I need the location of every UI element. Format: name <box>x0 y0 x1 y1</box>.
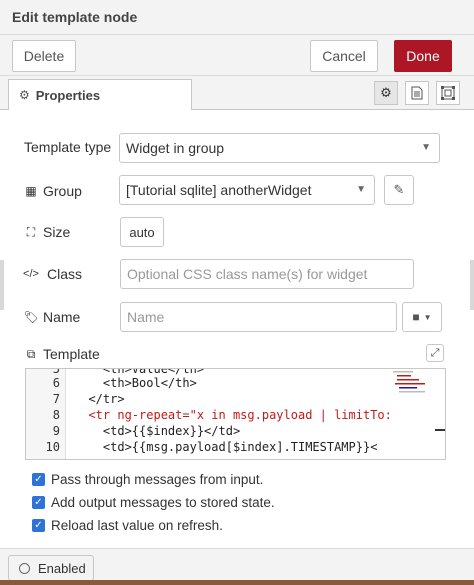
cancel-button[interactable]: Cancel <box>310 40 378 72</box>
editor-line: 8 <tr ng-repeat="x in msg.payload | limi… <box>26 408 392 424</box>
editor-line: 9 <td>{{$index}}</td> <box>26 424 240 440</box>
book-icon: ■ <box>412 310 420 324</box>
checkbox-checked-icon[interactable]: ✓ <box>32 519 45 532</box>
object-group-icon <box>441 86 455 100</box>
gear-icon: ⚙ <box>19 88 30 102</box>
name-label-text: Name <box>43 309 81 325</box>
tray-header: Edit template node <box>0 0 474 35</box>
size-label: ⛶ Size <box>24 224 70 240</box>
left-resize-handle[interactable] <box>0 260 4 310</box>
store-state-option[interactable]: ✓ Add output messages to stored state. <box>32 495 275 510</box>
checkbox-checked-icon[interactable]: ✓ <box>32 473 45 486</box>
size-button[interactable]: auto <box>120 217 164 247</box>
enabled-label: Enabled <box>38 560 86 576</box>
name-label: 🏷 Name <box>23 309 81 325</box>
template-label-text: Template <box>43 346 100 362</box>
workspace-edge <box>0 580 474 585</box>
pass-through-label: Pass through messages from input. <box>51 472 264 487</box>
group-label: ▦ Group <box>24 183 82 199</box>
reload-last-label: Reload last value on refresh. <box>51 518 223 533</box>
chevron-down-icon: ▼ <box>356 184 366 195</box>
expand-icon: ⤢ <box>430 346 440 359</box>
line-code: <td>{{msg.payload[$index].TIMESTAMP}}< <box>74 440 378 454</box>
pass-through-option[interactable]: ✓ Pass through messages from input. <box>32 472 263 487</box>
pencil-icon: ✎ <box>393 182 405 197</box>
editor-line: 7 </tr> <box>26 392 125 408</box>
delete-button[interactable]: Delete <box>12 40 76 72</box>
radio-icon <box>19 562 30 574</box>
properties-panel: Template type Widget in group ▼ ▦ Group … <box>0 110 474 548</box>
line-number: 10 <box>45 440 60 454</box>
expand-editor-button[interactable]: ⤢ <box>426 344 444 362</box>
reload-last-option[interactable]: ✓ Reload last value on refresh. <box>32 518 223 533</box>
tab-bar: ⚙ Properties ⚙ <box>0 76 474 111</box>
line-number: 7 <box>52 392 60 406</box>
description-tab-button[interactable] <box>405 81 429 105</box>
code-icon: </> <box>23 268 39 280</box>
tray-toolbar: Delete Cancel Done <box>0 35 474 76</box>
line-number: 9 <box>52 424 60 438</box>
appearance-tab-button[interactable] <box>436 81 460 105</box>
template-label: ⧉ Template <box>24 346 100 362</box>
gear-icon: ⚙ <box>380 85 392 100</box>
tag-icon: 🏷 <box>23 310 39 324</box>
settings-tab-button[interactable]: ⚙ <box>374 81 398 105</box>
copy-icon: ⧉ <box>26 346 36 361</box>
resize-icon: ⛶ <box>26 224 36 239</box>
caret-down-icon: ▼ <box>423 312 432 322</box>
line-code: </tr> <box>74 392 125 406</box>
class-label-text: Class <box>47 266 83 282</box>
class-input[interactable] <box>120 259 414 289</box>
editor-minimap[interactable] <box>393 369 433 399</box>
line-code: <th>Bool</th> <box>74 376 197 390</box>
template-type-label-text: Template type <box>24 139 112 155</box>
line-number: 6 <box>52 376 60 390</box>
enabled-toggle[interactable]: Enabled <box>8 555 94 581</box>
template-type-select[interactable]: Widget in group ▼ <box>119 133 440 163</box>
group-select[interactable]: [Tutorial sqlite] anotherWidget ▼ <box>119 175 375 205</box>
store-state-label: Add output messages to stored state. <box>51 495 275 510</box>
name-library-button[interactable]: ■ ▼ <box>402 302 442 332</box>
chevron-down-icon: ▼ <box>421 142 431 153</box>
editor-line: 6 <th>Bool</th> <box>26 376 197 392</box>
template-type-label: Template type <box>24 139 111 155</box>
line-code: <td>{{$index}}</td> <box>74 424 241 438</box>
editor-line: 10 <td>{{msg.payload[$index].TIMESTAMP}}… <box>26 440 378 456</box>
file-text-icon <box>411 86 423 100</box>
group-value: [Tutorial sqlite] anotherWidget <box>126 182 312 198</box>
edit-group-button[interactable]: ✎ <box>384 175 414 205</box>
line-code: <th>Value</th> <box>74 368 205 376</box>
table-icon: ▦ <box>25 184 37 198</box>
template-code-editor[interactable]: 5 <th>Value</th> 6 <th>Bool</th> 7 </tr>… <box>25 368 446 460</box>
line-code: <tr ng-repeat="x in msg.payload | limitT… <box>74 408 392 422</box>
tab-properties-label: Properties <box>35 87 101 103</box>
right-resize-handle[interactable] <box>470 260 474 310</box>
checkbox-checked-icon[interactable]: ✓ <box>32 496 45 509</box>
editor-scrollbar[interactable] <box>435 369 445 459</box>
class-label: </> Class <box>23 266 83 282</box>
template-type-value: Widget in group <box>126 140 225 156</box>
tab-properties[interactable]: ⚙ Properties <box>8 79 192 111</box>
name-input[interactable] <box>120 302 397 332</box>
tray-title: Edit template node <box>12 9 138 25</box>
done-button[interactable]: Done <box>394 40 452 72</box>
line-number: 8 <box>52 408 60 422</box>
group-label-text: Group <box>43 183 82 199</box>
size-label-text: Size <box>43 224 71 240</box>
